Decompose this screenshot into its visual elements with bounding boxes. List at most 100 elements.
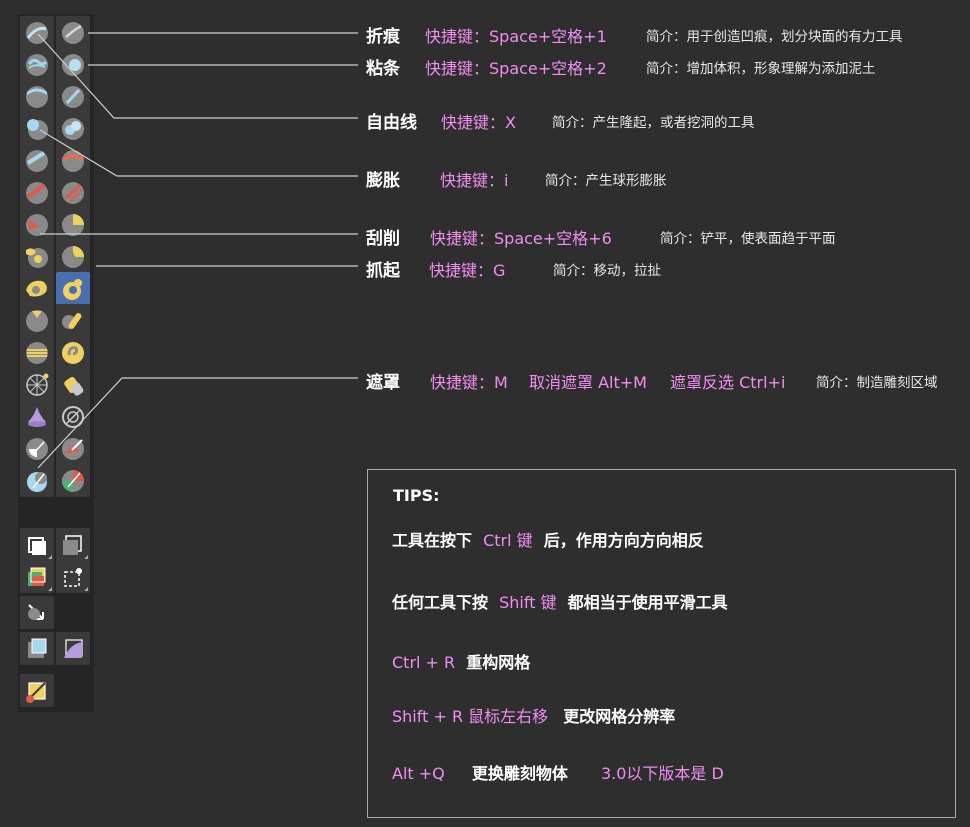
tool-name: 粘条 [366, 59, 400, 79]
smooth-brush-button[interactable] [56, 272, 90, 305]
lasso-trim-button[interactable] [20, 528, 54, 561]
tool-name: 折痕 [366, 27, 400, 47]
pinch-brush-button[interactable] [56, 176, 90, 209]
line-project-icon [28, 567, 46, 586]
box-hide-icon [63, 534, 82, 555]
cloth-filter-button[interactable] [20, 596, 54, 629]
tip-key: Shift + R 鼠标左右移 [392, 707, 549, 726]
inflate-brush-icon [62, 85, 84, 108]
clay-strips-icon [62, 53, 84, 76]
box-hide-button[interactable] [56, 528, 90, 561]
box-mask-button[interactable] [20, 464, 54, 497]
annotate-icon [26, 681, 46, 703]
mask-red-button[interactable] [56, 432, 90, 465]
annotate-button[interactable] [20, 674, 54, 707]
tip-text: 更改网格分辨率 [563, 707, 676, 726]
tool-name: 刮削 [366, 229, 400, 249]
tool-shortcut: 快捷键：Space+空格+2 [425, 59, 607, 78]
box-face-sets-icon [62, 469, 84, 492]
tip-shift: 任何工具下按 Shift 键 都相当于使用平滑工具 [392, 589, 728, 613]
cloth-filter-icon [28, 603, 44, 620]
tool-description: 简介：铲平，使表面趋于平面 [660, 231, 836, 247]
mesh-filter-icon [64, 567, 82, 587]
lasso-trim-icon [28, 536, 46, 555]
crease-brush-button[interactable] [20, 16, 54, 49]
pinch-brush-icon [62, 181, 84, 204]
grab-brush-icon [62, 213, 84, 236]
layer-brush-button[interactable] [56, 144, 90, 177]
pose-brush-button[interactable] [20, 336, 54, 369]
boundary-brush-button[interactable] [56, 336, 90, 369]
slide-relax-button[interactable] [56, 304, 90, 337]
transform-button[interactable] [56, 632, 90, 665]
mask-brush-button[interactable] [20, 400, 54, 433]
tip-swap-object: Alt +Q 更换雕刻物体 3.0以下版本是 D [392, 760, 724, 784]
tip-key: Shift 键 [499, 593, 557, 612]
tool-shortcut: 快捷键：M [430, 373, 508, 392]
tip-key: Ctrl 键 [483, 531, 533, 550]
tool-shortcut: 快捷键：i [440, 171, 509, 190]
tip-ctrl: 工具在按下 Ctrl 键 后，作用方向方向相反 [392, 527, 704, 551]
tip-text: 任何工具下按 [392, 593, 489, 612]
draw-face-sets-icon [62, 405, 84, 428]
tips-box: TIPS: 工具在按下 Ctrl 键 后，作用方向方向相反 任何工具下按 Shi… [367, 469, 956, 818]
tip-key: Alt +Q [392, 764, 445, 783]
blob-brush-button[interactable] [56, 16, 90, 49]
nudge-brush-icon [26, 280, 47, 296]
tool-name: 抓起 [366, 261, 400, 281]
box-face-sets-button[interactable] [56, 464, 90, 497]
layer-brush-icon [61, 149, 85, 172]
flatten-red-button[interactable] [20, 144, 54, 177]
tool-shortcut: 快捷键：Space+空格+6 [430, 229, 612, 248]
simplify-brush-button[interactable] [56, 368, 90, 401]
line-project-button[interactable] [20, 560, 54, 593]
snake-hook-button[interactable] [20, 208, 54, 241]
crease-blue-button[interactable] [20, 112, 54, 145]
pose-brush-icon [26, 341, 48, 364]
grab-yellow-button[interactable] [56, 240, 90, 273]
tip-text: 重构网格 [466, 653, 531, 672]
tool-description: 简介：制造雕刻区域 [816, 375, 938, 391]
mask-red-icon [62, 437, 84, 460]
mask-brush-icon [28, 406, 46, 427]
draw-brush-button[interactable] [20, 48, 54, 81]
clay-red-button[interactable] [56, 112, 90, 145]
transform-icon [64, 638, 83, 658]
box-mask-icon [27, 471, 47, 492]
crease-blue-icon [27, 118, 48, 140]
tip-text: 后，作用方向方向相反 [543, 531, 704, 550]
tip-text: 都相当于使用平滑工具 [567, 593, 728, 612]
tool-description: 简介：移动，拉扯 [553, 263, 661, 279]
rotate-brush-button[interactable] [20, 304, 54, 337]
grab-brush-button[interactable] [56, 208, 90, 241]
tool-name: 膨胀 [366, 171, 400, 191]
multires-brush-button[interactable] [20, 432, 54, 465]
cloth-brush-icon [26, 373, 49, 396]
stamp-brush-button[interactable] [20, 80, 54, 113]
simplify-brush-icon [64, 376, 84, 396]
edit-face-set-button[interactable] [20, 632, 54, 665]
tool-shortcut: 快捷键：Space+空格+1 [425, 27, 607, 46]
edit-face-set-icon [28, 638, 47, 658]
tool-shortcut: 快捷键：G [429, 261, 506, 280]
clay-strips-button[interactable] [56, 48, 90, 81]
thumb-brush-button[interactable] [20, 240, 54, 273]
slide-relax-icon [62, 312, 82, 329]
tool-description: 简介：用于创造凹痕，划分块面的有力工具 [646, 29, 903, 45]
inflate-brush-button[interactable] [56, 80, 90, 113]
mesh-filter-button[interactable] [56, 560, 90, 593]
snake-hook-icon [26, 213, 48, 236]
boundary-brush-icon [62, 341, 84, 364]
clay-red-icon [62, 117, 84, 140]
thumb-brush-icon [26, 247, 48, 268]
tool-shortcut: 快捷键：X [441, 113, 516, 132]
nudge-brush-button[interactable] [20, 272, 54, 305]
tool-shortcut-unmask: 取消遮罩 Alt+M [529, 373, 647, 392]
stamp-brush-icon [26, 85, 48, 108]
draw-brush-icon [26, 53, 48, 76]
tool-palette [18, 14, 94, 712]
flatten-red-icon [26, 149, 48, 172]
cloth-brush-button[interactable] [20, 368, 54, 401]
draw-face-sets-button[interactable] [56, 400, 90, 433]
scrape-brush-button[interactable] [20, 176, 54, 209]
